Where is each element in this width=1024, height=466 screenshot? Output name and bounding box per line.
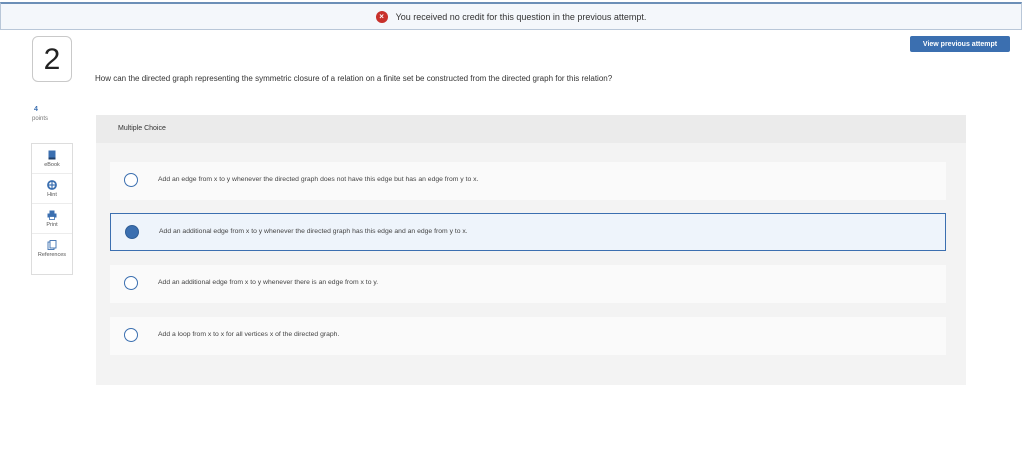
- hint-tool[interactable]: Hint: [32, 174, 72, 204]
- points-label: points: [32, 116, 49, 122]
- references-icon: [47, 240, 57, 250]
- answer-option-3[interactable]: Add an additional edge from x to y whene…: [110, 265, 946, 303]
- option-text: Add an additional edge from x to y whene…: [159, 228, 468, 235]
- error-icon: ×: [375, 10, 388, 23]
- answer-option-4[interactable]: Add a loop from x to x for all vertices …: [110, 317, 946, 355]
- view-previous-attempt-button[interactable]: View previous attempt: [910, 36, 1010, 52]
- radio-button[interactable]: [124, 328, 138, 342]
- answer-option-1[interactable]: Add an edge from x to y whenever the dir…: [110, 162, 946, 200]
- question-text: How can the directed graph representing …: [95, 74, 613, 83]
- multiple-choice-header: Multiple Choice: [96, 115, 966, 143]
- ebook-tool[interactable]: eBook: [32, 144, 72, 174]
- answer-option-2[interactable]: Add an additional edge from x to y whene…: [110, 213, 946, 251]
- print-tool[interactable]: Print: [32, 204, 72, 234]
- option-text: Add a loop from x to x for all vertices …: [158, 331, 340, 338]
- feedback-banner: × You received no credit for this questi…: [0, 2, 1022, 30]
- question-number: 2: [32, 36, 72, 82]
- lifebuoy-icon: [47, 180, 57, 190]
- multiple-choice-panel: Multiple Choice Add an edge from x to y …: [96, 115, 966, 385]
- tool-panel: eBook Hint Print References: [31, 143, 73, 275]
- option-text: Add an edge from x to y whenever the dir…: [158, 176, 479, 183]
- references-tool[interactable]: References: [32, 234, 72, 264]
- printer-icon: [47, 210, 57, 220]
- banner-message: You received no credit for this question…: [395, 11, 647, 22]
- hint-label: Hint: [47, 192, 57, 198]
- print-label: Print: [46, 222, 58, 228]
- radio-button[interactable]: [124, 173, 138, 187]
- book-icon: [48, 150, 56, 160]
- points-value: 4: [34, 106, 38, 113]
- ebook-label: eBook: [44, 162, 60, 168]
- radio-button-selected[interactable]: [125, 225, 139, 239]
- option-text: Add an additional edge from x to y whene…: [158, 279, 379, 286]
- radio-button[interactable]: [124, 276, 138, 290]
- references-label: References: [37, 252, 67, 258]
